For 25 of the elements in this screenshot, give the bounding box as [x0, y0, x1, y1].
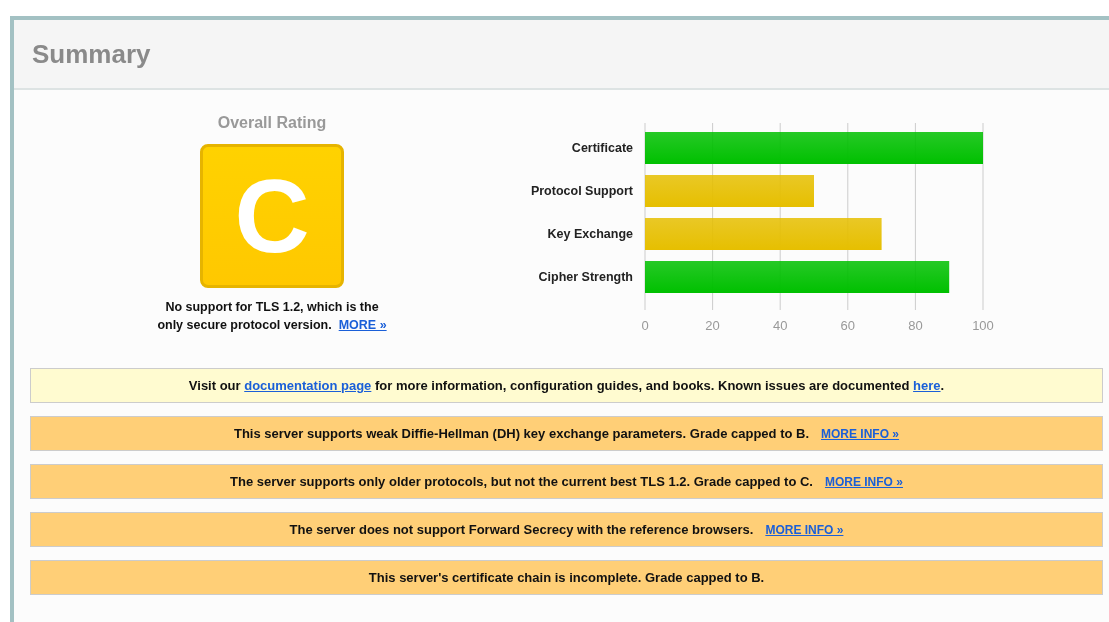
- axis-tick-label: 40: [772, 318, 788, 330]
- grade-badge: C: [200, 144, 344, 288]
- notice-text: This server supports weak Diffie-Hellman (DH) key exchange parameters. Grade capped to B.: [233, 426, 810, 441]
- axis-tick-label: 80: [908, 318, 923, 330]
- bar-label: Protocol Support: [530, 184, 633, 198]
- bar-label: Certificate: [571, 141, 633, 155]
- section-title: Summary: [32, 38, 151, 70]
- bar-label: Cipher Strength: [538, 270, 633, 284]
- rating-heading: Overall Rating: [217, 114, 327, 132]
- axis-tick-label: 100: [972, 318, 994, 330]
- text-link[interactable]: here: [913, 378, 941, 393]
- axis-tick-label: 0: [641, 318, 649, 330]
- axis-tick-label: 60: [840, 318, 856, 330]
- bar-label: Key Exchange: [547, 227, 633, 241]
- rating-note: No support for TLS 1.2, which is the only secure protocol version. MORE »: [157, 299, 387, 334]
- notice-text: The server supports only older protocols, but not the current best TLS 1.2. Grade capped to C.: [230, 474, 813, 489]
- more-info-link[interactable]: MORE INFO »: [821, 426, 900, 441]
- text-link[interactable]: documentation page: [244, 378, 372, 393]
- more-link[interactable]: MORE »: [338, 318, 387, 332]
- notice-text: The server does not support Forward Secrecy with the reference browsers.: [289, 522, 754, 537]
- notice-text: Visit our documentation page for more information, configuration guides, and books. Known issues are documented here.: [188, 378, 945, 393]
- notice-text: This server's certificate chain is incomplete. Grade capped to B.: [368, 570, 765, 585]
- more-info-link[interactable]: MORE INFO »: [824, 474, 903, 489]
- more-info-link[interactable]: MORE INFO »: [765, 522, 844, 537]
- axis-tick-label: 20: [705, 318, 720, 330]
